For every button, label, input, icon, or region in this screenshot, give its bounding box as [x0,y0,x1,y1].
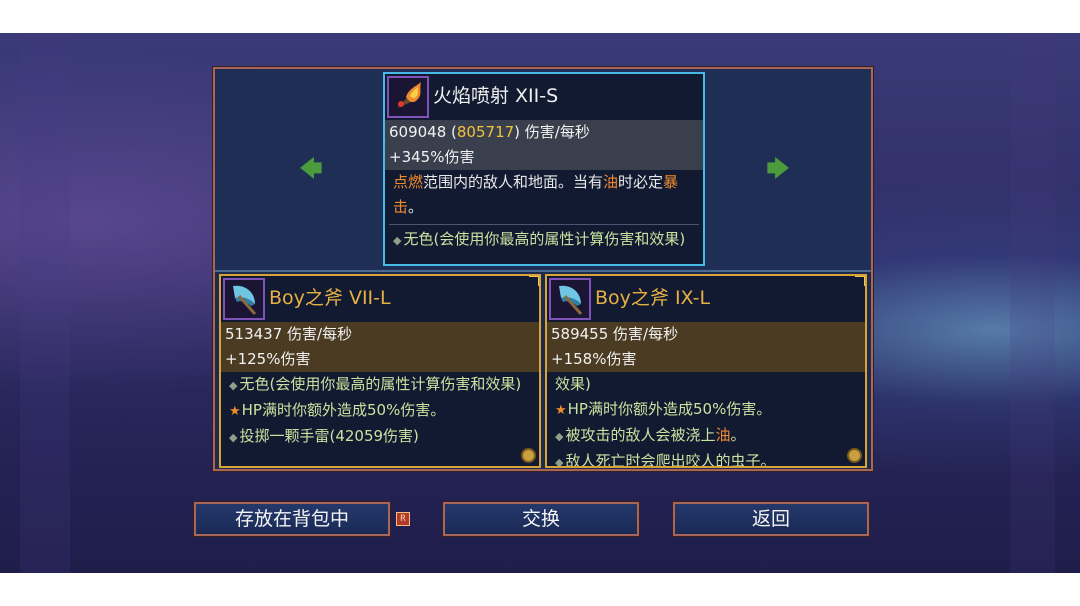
swap-button[interactable]: 交换 [442,501,640,537]
card-header: Boy之斧 IX-L [547,276,865,322]
diamond-icon: ◆ [229,431,238,444]
axe-icon [549,278,591,320]
diamond-icon: ◆ [393,234,402,247]
store-in-backpack-button[interactable]: 存放在背包中 [193,501,391,537]
affix-oil: ◆ 被攻击的敌人会被浇上油。 [547,423,865,449]
affix-text: 无色(会使用你最高的属性计算伤害和效果) [403,230,686,248]
dps-row: 513437 伤害/每秒 [221,322,539,347]
dps-boost-value: 805717 [456,123,515,141]
desc-text: 范围内的敌人和地面。当有 [423,173,604,191]
prev-arrow-icon[interactable]: 🡄 [298,159,324,181]
affix-text: 敌人死亡时会爬出咬人的虫子。 [565,452,776,468]
dps-row: 589455 伤害/每秒 [547,322,865,347]
affix-continued: 效果) [555,375,591,393]
desc-text: 。 [408,198,424,216]
background-pillar [20,33,70,573]
panel-divider [215,270,871,272]
affix-full-hp: ★HP满时你额外造成50%伤害。 [221,398,539,424]
card-header: Boy之斧 VII-L [221,276,539,322]
damage-bonus: +345%伤害 [385,145,703,170]
damage-bonus: +125%伤害 [221,347,539,372]
keyword-ignite: 点燃 [393,173,424,191]
item-title: 火焰喷射 XII-S [433,85,559,107]
current-item-card[interactable]: 火焰喷射 XII-S 609048 (805717) 伤害/每秒 +345%伤害… [383,72,705,266]
scroll-badge-icon [847,448,862,463]
affix-full-hp: ★HP满时你额外造成50%伤害。 [547,397,865,423]
item-title: Boy之斧 VII-L [269,287,391,309]
affix-text: HP满时你额外造成50%伤害。 [241,401,446,419]
affix-colorless: ◆ 无色(会使用你最高的属性计算伤害和效果) [385,227,703,253]
card-header: 火焰喷射 XII-S [385,74,703,120]
affix-text: 投掷一颗手雷(42059伤害) [239,427,419,445]
affix-colorless: ◆ 无色(会使用你最高的属性计算伤害和效果) [221,372,539,398]
diamond-icon: ◆ [229,379,238,392]
compare-item-card[interactable]: Boy之斧 IX-L 589455 伤害/每秒 +158%伤害 效果) ★HP满… [545,274,867,468]
separator [389,224,699,225]
item-title: Boy之斧 IX-L [595,287,711,309]
flame-thrower-icon [387,76,429,118]
game-screen: 🡄 🡆 火焰喷射 XII-S 609048 (805717) 伤害/每秒 +34… [0,33,1080,573]
desc-text: 时必定 [618,173,664,191]
star-icon: ★ [555,403,567,418]
dps-value: 609048 [389,123,447,141]
key-hint-icon: R [396,512,410,526]
affix-text: 无色(会使用你最高的属性计算伤害和效果) [239,375,522,393]
back-button[interactable]: 返回 [672,501,870,537]
axe-icon [223,278,265,320]
diamond-icon: ◆ [555,456,564,468]
compare-item-card[interactable]: Boy之斧 VII-L 513437 伤害/每秒 +125%伤害 ◆ 无色(会使用… [219,274,541,468]
diamond-icon: ◆ [555,430,564,443]
keyword-oil: 油 [603,173,619,191]
affix-worms: ◆ 敌人死亡时会爬出咬人的虫子。 [547,449,865,468]
affix-text: HP满时你额外造成50%伤害。 [567,400,772,418]
dps-unit: 伤害/每秒 [524,123,590,141]
star-icon: ★ [229,404,241,419]
item-compare-panel: 🡄 🡆 火焰喷射 XII-S 609048 (805717) 伤害/每秒 +34… [212,66,874,472]
next-arrow-icon[interactable]: 🡆 [765,159,791,181]
affix-grenade: ◆ 投掷一颗手雷(42059伤害) [221,424,539,450]
affix-text: 被攻击的敌人会被浇上 [565,426,716,444]
damage-bonus: +158%伤害 [547,347,865,372]
scroll-badge-icon [521,448,536,463]
background-pillar [1010,33,1055,573]
keyword-oil: 油 [715,426,731,444]
dps-row: 609048 (805717) 伤害/每秒 [385,120,703,145]
affix-text: 。 [730,426,746,444]
item-description: 点燃范围内的敌人和地面。当有油时必定暴击。 [385,170,703,220]
